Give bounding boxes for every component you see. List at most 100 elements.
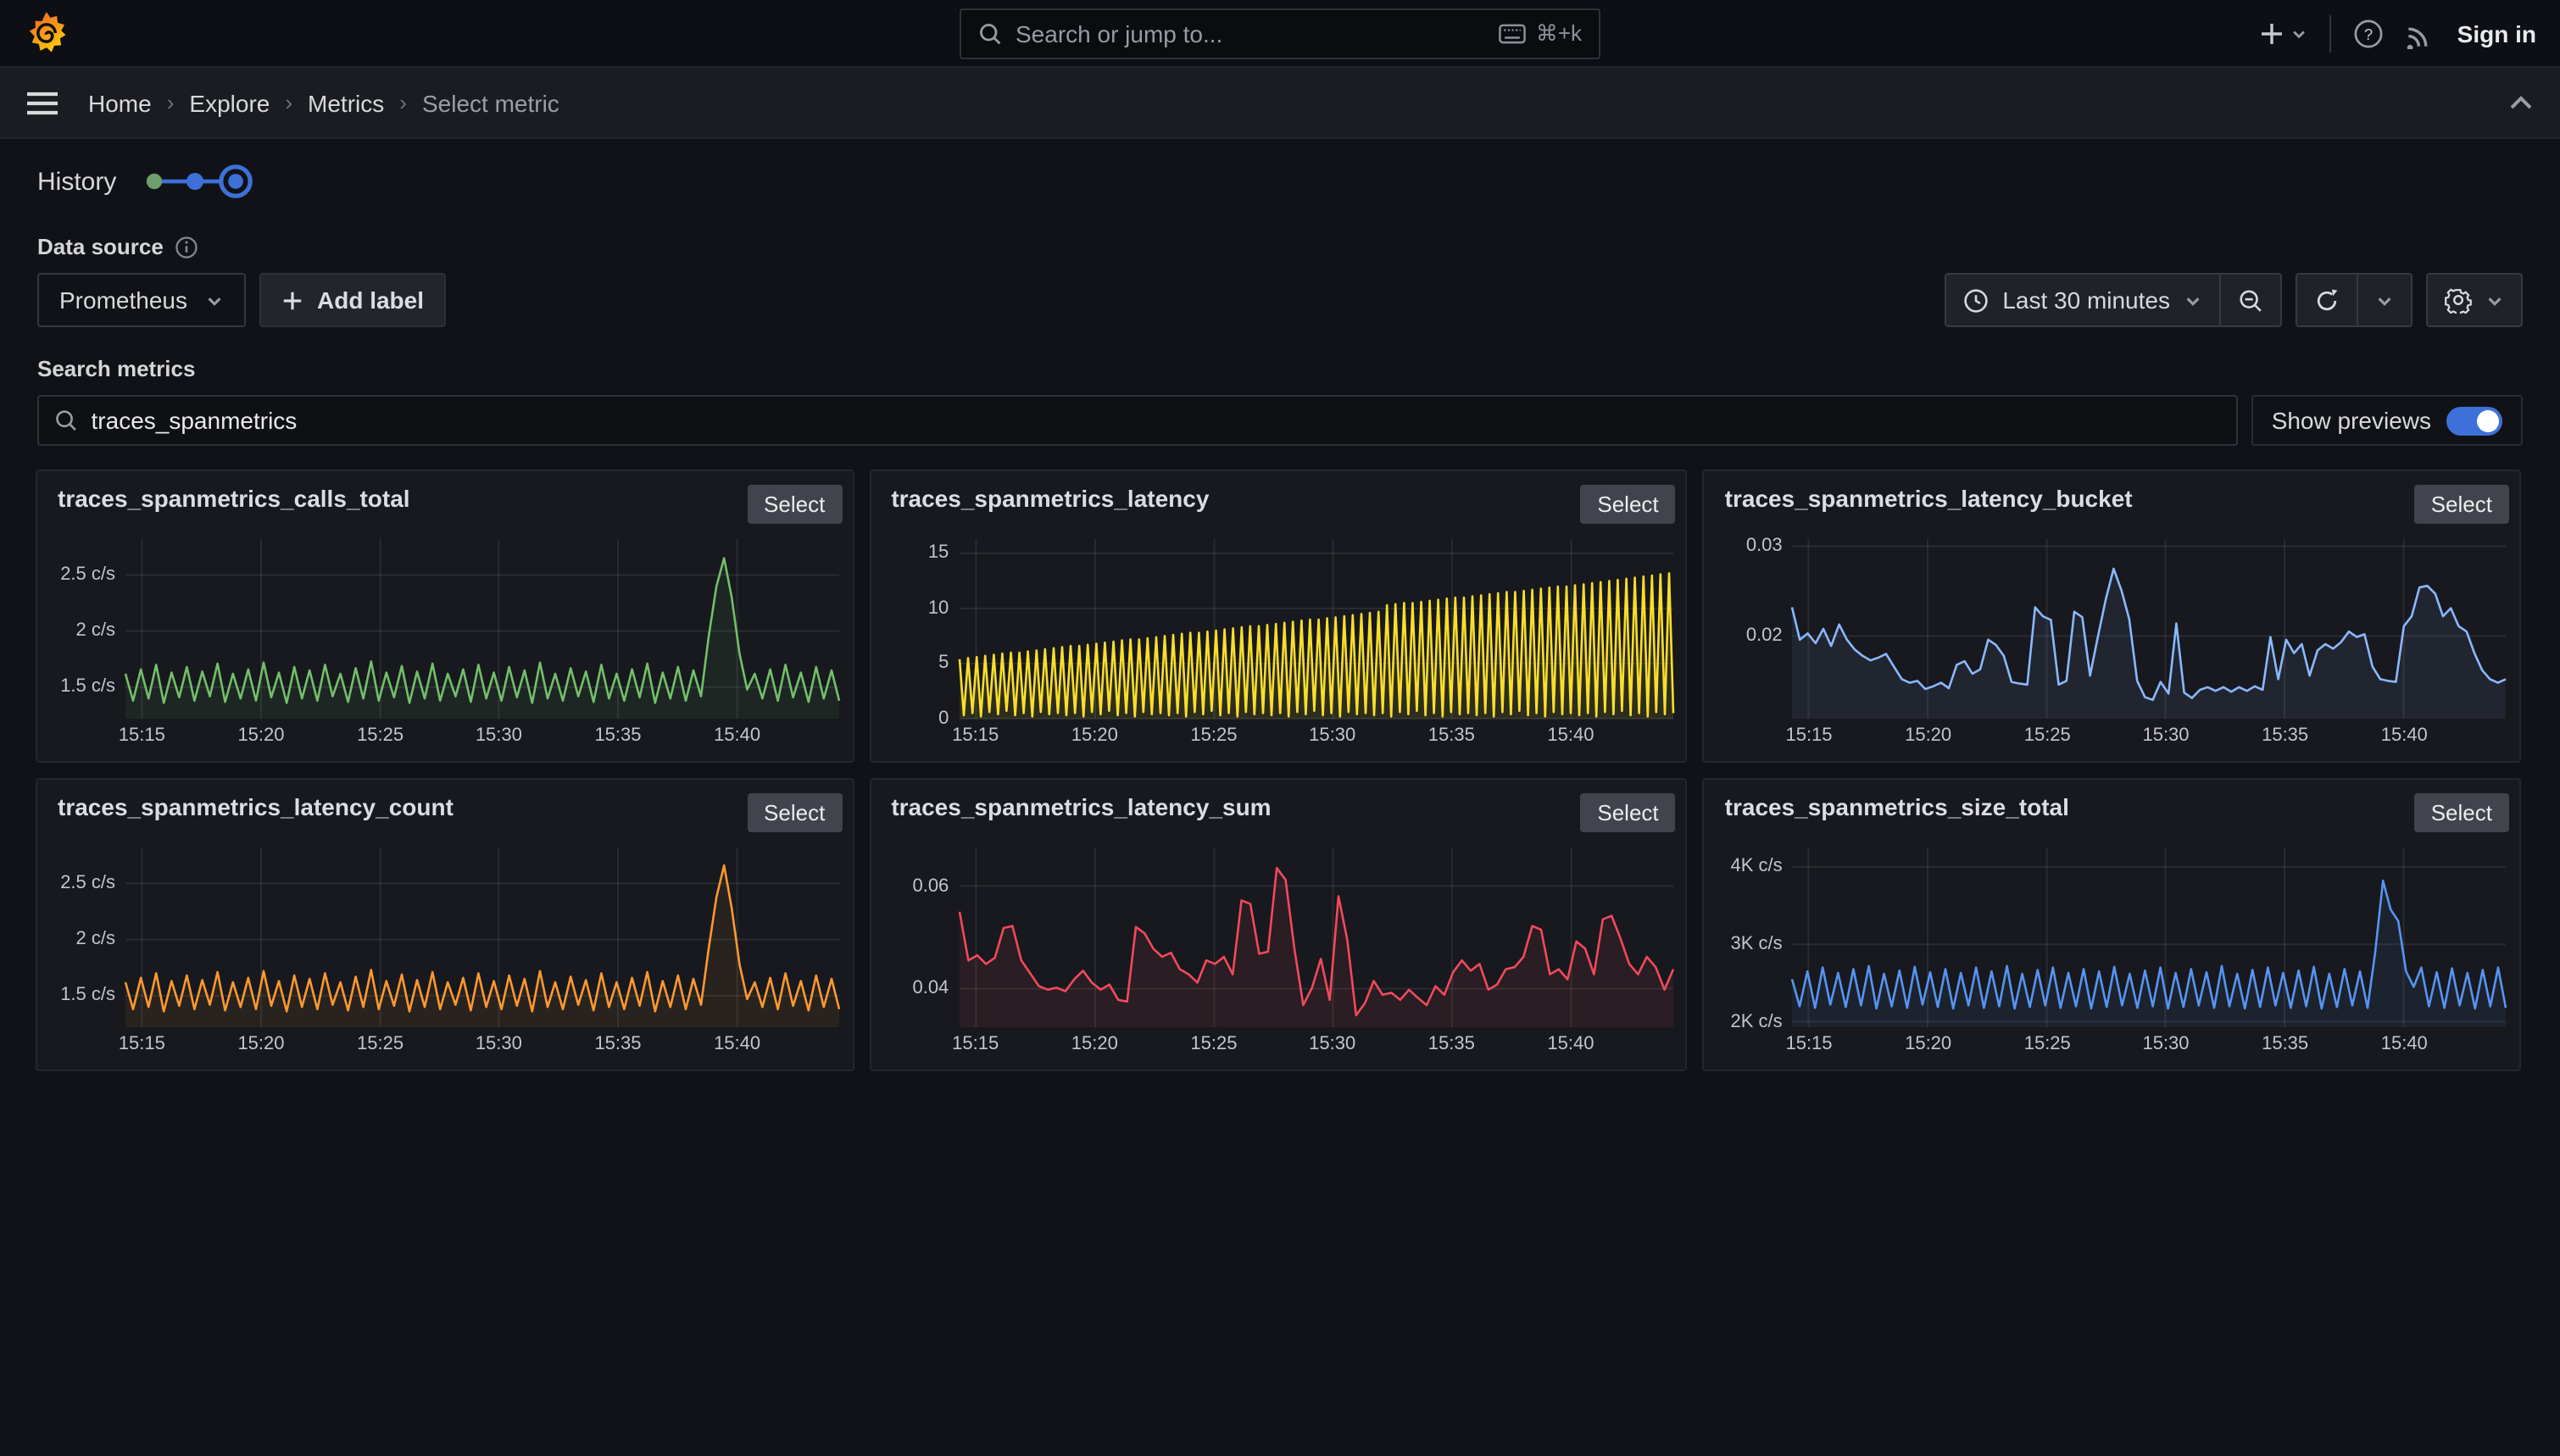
- select-metric-button[interactable]: Select: [747, 793, 842, 832]
- select-metric-button[interactable]: Select: [1580, 485, 1675, 524]
- show-previews-toggle[interactable]: [2446, 406, 2502, 435]
- mega-menu-toggle[interactable]: [27, 91, 58, 114]
- metric-panels-grid: traces_spanmetrics_calls_total Select 1.…: [36, 470, 2521, 1071]
- gear-icon: [2445, 286, 2472, 314]
- metric-chart: 0.020.0315:1515:2015:2515:3015:3515:40: [1705, 522, 2519, 761]
- metric-chart: 2K c/s3K c/s4K c/s15:1515:2015:2515:3015…: [1705, 831, 2519, 1070]
- history-step-current[interactable]: [228, 174, 243, 189]
- breadcrumb-metrics[interactable]: Metrics: [308, 89, 384, 116]
- select-metric-button[interactable]: Select: [1580, 793, 1675, 832]
- history-step-start[interactable]: [146, 174, 161, 189]
- history-label: History: [37, 167, 116, 196]
- show-previews-label: Show previews: [2272, 407, 2431, 434]
- series-area: [1793, 881, 2507, 1027]
- y-axis-tick-label: 15: [871, 543, 949, 564]
- settings-button[interactable]: [2428, 275, 2521, 325]
- breadcrumb-explore[interactable]: Explore: [189, 89, 270, 116]
- panel-header: traces_spanmetrics_latency Select: [871, 471, 1685, 524]
- metrics-search-field: [37, 395, 2238, 446]
- collapse-header-button[interactable]: [2509, 95, 2533, 110]
- y-axis-tick-label: 0.03: [1705, 536, 1783, 556]
- select-metric-button[interactable]: Select: [2414, 485, 2509, 524]
- y-axis-tick-label: 4K c/s: [1705, 857, 1783, 877]
- chart-plot: [1793, 847, 2507, 1027]
- add-label-button[interactable]: Add label: [259, 273, 446, 327]
- chart-plot: [1793, 539, 2507, 719]
- metric-panel: traces_spanmetrics_latency_bucket Select…: [1703, 470, 2521, 763]
- sign-in-button[interactable]: Sign in: [2457, 20, 2536, 47]
- y-axis-tick-label: 0.02: [1705, 625, 1783, 646]
- x-axis-tick-label: 15:35: [581, 725, 655, 746]
- breadcrumb-separator: ›: [399, 90, 407, 115]
- datasource-value: Prometheus: [59, 286, 187, 314]
- show-previews-control: Show previews: [2251, 395, 2523, 446]
- help-button[interactable]: ?: [2354, 19, 2385, 49]
- series-area: [1793, 569, 2507, 719]
- metric-chart: 1.5 c/s2 c/s2.5 c/s15:1515:2015:2515:301…: [37, 831, 852, 1070]
- add-label-text: Add label: [317, 286, 424, 314]
- panel-header: traces_spanmetrics_latency_count Select: [37, 780, 852, 832]
- new-menu-button[interactable]: [2259, 20, 2308, 47]
- chevron-down-icon: [2375, 291, 2394, 309]
- metrics-search-input[interactable]: [92, 407, 2221, 434]
- datasource-label: Data source: [37, 234, 164, 259]
- breadcrumb-separator: ›: [285, 90, 292, 115]
- breadcrumb-separator: ›: [167, 90, 175, 115]
- x-axis-tick-label: 15:20: [1891, 725, 1966, 746]
- zoom-out-button[interactable]: [2219, 275, 2280, 325]
- refresh-button[interactable]: [2297, 275, 2357, 325]
- y-axis-tick-label: 1.5 c/s: [37, 677, 115, 697]
- select-metric-button[interactable]: Select: [747, 485, 842, 524]
- global-search-input[interactable]: Search or jump to... ⌘+k: [960, 8, 1600, 59]
- metric-panel: traces_spanmetrics_latency Select 051015…: [869, 470, 1687, 763]
- y-axis-tick-label: 2.5 c/s: [37, 873, 115, 893]
- datasource-picker[interactable]: Prometheus: [37, 273, 246, 327]
- grafana-logo[interactable]: [24, 10, 70, 56]
- datasource-label-row: Data source: [37, 234, 2560, 259]
- breadcrumb-bar: Home › Explore › Metrics › Select metric: [0, 68, 2560, 139]
- panel-header: traces_spanmetrics_calls_total Select: [37, 471, 852, 524]
- x-axis-tick-label: 15:15: [938, 725, 1013, 746]
- panel-title: traces_spanmetrics_latency_sum: [891, 793, 1271, 820]
- x-axis-tick-label: 15:15: [1772, 725, 1846, 746]
- breadcrumb-home[interactable]: Home: [88, 89, 152, 116]
- time-range-button[interactable]: Last 30 minutes: [1946, 275, 2219, 325]
- search-icon: [54, 408, 78, 432]
- search-icon: [978, 22, 1002, 46]
- x-axis-tick-label: 15:30: [1295, 725, 1370, 746]
- info-icon: [175, 235, 199, 258]
- x-axis-tick-label: 15:25: [1177, 1034, 1251, 1054]
- x-axis-tick-label: 15:20: [1891, 1034, 1966, 1054]
- x-axis-tick-label: 15:40: [1533, 1034, 1608, 1054]
- breadcrumb-select-metric: Select metric: [422, 89, 559, 116]
- explore-metrics-content: History Data source Prometheus: [0, 163, 2560, 1071]
- x-axis-tick-label: 15:30: [2129, 1034, 2203, 1054]
- chart-plot: [125, 847, 839, 1027]
- history-steps[interactable]: [136, 163, 259, 200]
- x-axis-tick-label: 15:40: [700, 725, 775, 746]
- y-axis-tick-label: 0.04: [871, 979, 949, 999]
- x-axis-tick-label: 15:15: [938, 1034, 1013, 1054]
- x-axis-tick-label: 15:20: [1057, 725, 1132, 746]
- refresh-interval-button[interactable]: [2357, 275, 2411, 325]
- x-axis-tick-label: 15:30: [461, 1034, 536, 1054]
- y-axis-tick-label: 10: [871, 598, 949, 619]
- top-nav-bar: Search or jump to... ⌘+k: [0, 0, 2560, 68]
- news-button[interactable]: [2407, 19, 2435, 48]
- x-axis-tick-label: 15:25: [1177, 725, 1251, 746]
- series-area: [125, 559, 839, 719]
- chart-plot: [959, 539, 1672, 719]
- x-axis-tick-label: 15:30: [1295, 1034, 1370, 1054]
- x-axis-tick-label: 15:20: [224, 1034, 298, 1054]
- series-area: [959, 868, 1672, 1027]
- toggle-knob: [2477, 409, 2499, 431]
- select-metric-button[interactable]: Select: [2414, 793, 2509, 832]
- metric-chart: 05101515:1515:2015:2515:3015:3515:40: [871, 522, 1685, 761]
- panel-title: traces_spanmetrics_calls_total: [58, 485, 410, 512]
- hamburger-icon: [27, 91, 58, 114]
- panel-header: traces_spanmetrics_size_total Select: [1705, 780, 2519, 832]
- metric-chart: 1.5 c/s2 c/s2.5 c/s15:1515:2015:2515:301…: [37, 522, 852, 761]
- history-step-mid[interactable]: [186, 173, 203, 190]
- plus-icon: [281, 289, 303, 311]
- x-axis-tick-label: 15:35: [2248, 1034, 2323, 1054]
